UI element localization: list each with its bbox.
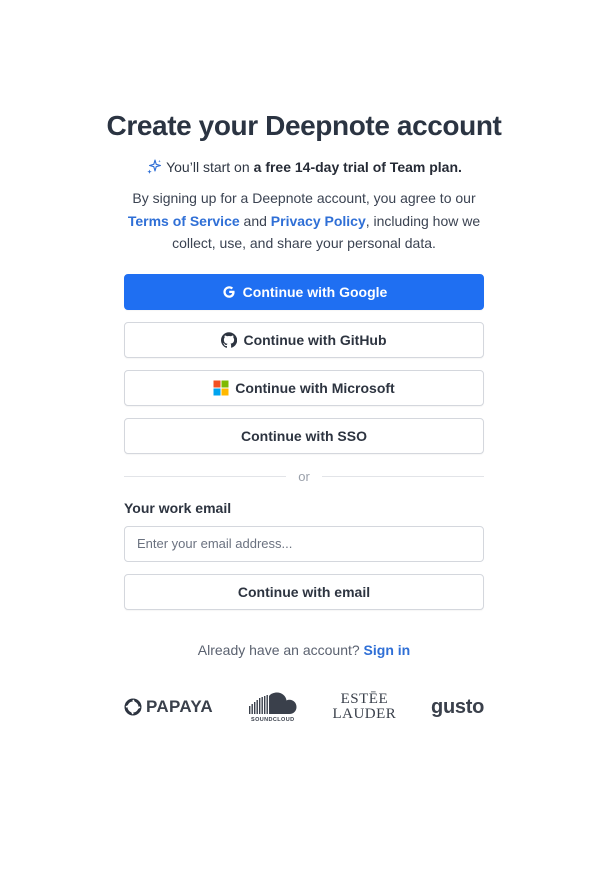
papaya-logo: PAPAYA (124, 697, 213, 717)
sparkle-icon (146, 159, 162, 175)
page-title: Create your Deepnote account (106, 110, 502, 141)
papaya-logo-text: PAPAYA (146, 697, 214, 716)
github-button[interactable]: Continue with GitHub (124, 321, 484, 358)
estee-lauder-line2: LAUDER (332, 706, 397, 722)
trial-plan: a free 14-day trial of Team plan. (253, 159, 462, 175)
papaya-logo-mark (124, 698, 142, 716)
signin-prompt: Already have an account? Sign in (198, 641, 410, 659)
soundcloud-logo-text: SOUNDCLOUD (251, 716, 295, 723)
gusto-logo: gusto (431, 696, 484, 719)
estee-lauder-logo: ESTĒE LAUDER (332, 692, 396, 722)
continue-with-email-button[interactable]: Continue with email (124, 573, 484, 610)
signin-text: Already have an account? (197, 641, 360, 658)
trial-prefix: You’ll start on (166, 159, 250, 175)
github-icon (221, 331, 238, 348)
email-label: Your work email (124, 499, 232, 516)
email-button-label: Continue with email (237, 583, 371, 600)
github-button-label: Continue with GitHub (243, 331, 387, 348)
terms-of-service-link[interactable]: Terms of Service (128, 213, 240, 229)
auth-buttons: Continue with Google Continue with GitHu… (124, 273, 484, 454)
email-form: Your work email Continue with email (124, 499, 484, 610)
microsoft-icon (213, 380, 229, 396)
microsoft-button-label: Continue with Microsoft (235, 379, 395, 396)
terms-and: and (243, 212, 267, 229)
sign-in-link[interactable]: Sign in (364, 642, 411, 658)
email-input[interactable] (124, 525, 484, 562)
soundcloud-logo-mark (248, 692, 297, 714)
google-icon (221, 284, 237, 300)
estee-lauder-line1: ESTĒE (340, 691, 389, 707)
signup-page: Create your Deepnote account You’ll star… (0, 0, 608, 880)
microsoft-button[interactable]: Continue with Microsoft (124, 369, 484, 406)
google-button[interactable]: Continue with Google (124, 273, 484, 310)
terms-prefix: By signing up for a Deepnote account, yo… (132, 190, 476, 206)
terms-notice: By signing up for a Deepnote account, yo… (124, 187, 484, 255)
signup-container: Create your Deepnote account You’ll star… (0, 0, 608, 723)
privacy-policy-link[interactable]: Privacy Policy (271, 213, 366, 229)
sso-button[interactable]: Continue with SSO (124, 417, 484, 454)
soundcloud-logo: SOUNDCLOUD (248, 692, 298, 723)
sso-button-label: Continue with SSO (241, 427, 367, 444)
divider-label: or (298, 468, 310, 484)
divider-line-right (321, 475, 484, 477)
gusto-logo-text: gusto (431, 695, 484, 718)
trial-notice: You’ll start on a free 14-day trial of T… (146, 157, 462, 177)
divider-line-left (124, 475, 287, 477)
google-button-label: Continue with Google (242, 283, 388, 300)
customer-logos: PAPAYA SOUNDCLOUD ESTĒE LAUDER gusto (124, 692, 484, 723)
or-divider: or (124, 469, 484, 484)
